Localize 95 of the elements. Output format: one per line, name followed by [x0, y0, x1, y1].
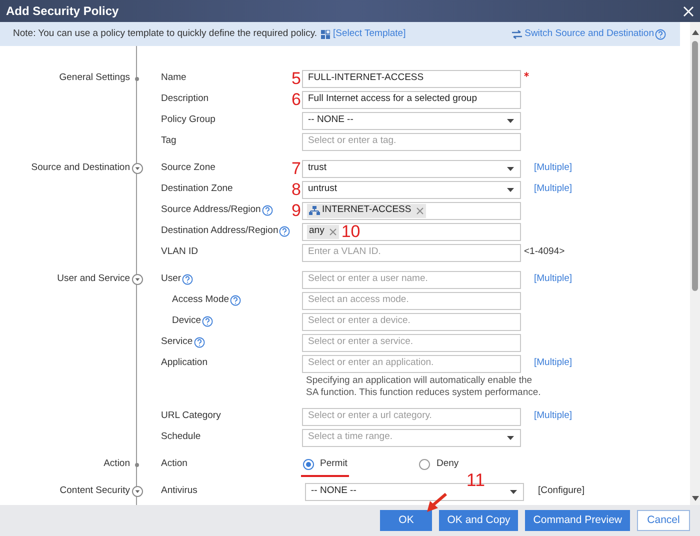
- radio-button[interactable]: [303, 459, 314, 470]
- field-label: Source Address/Region: [161, 203, 261, 218]
- help-icon[interactable]: [194, 337, 205, 348]
- dialog-button[interactable]: Command Preview: [525, 510, 630, 531]
- configure-link[interactable]: [Configure]: [538, 484, 584, 499]
- swap-icon: [512, 30, 522, 38]
- field-label: Destination Address/Region: [161, 224, 278, 238]
- select-field[interactable]: Select a time range.: [302, 428, 521, 446]
- select-field[interactable]: -- NONE --: [302, 112, 521, 130]
- input-field[interactable]: Select an access mode.: [302, 292, 521, 310]
- close-icon[interactable]: [683, 6, 694, 16]
- range-hint: <1-4094>: [524, 245, 565, 260]
- help-icon[interactable]: [262, 205, 273, 216]
- field-label: VLAN ID: [161, 245, 198, 260]
- multiple-link[interactable]: [Multiple]: [534, 409, 572, 424]
- field-label: Antivirus: [161, 484, 198, 498]
- input-field[interactable]: Select or enter a url category.: [302, 408, 521, 426]
- radio-option[interactable]: Permit: [301, 452, 350, 477]
- collapse-icon[interactable]: [132, 274, 142, 285]
- select-field[interactable]: untrust: [302, 180, 521, 198]
- network-icon: [309, 206, 320, 215]
- multiple-link[interactable]: [Multiple]: [534, 272, 572, 287]
- field-label: Device: [172, 314, 202, 328]
- collapse-icon[interactable]: [132, 486, 142, 497]
- input-field[interactable]: Full Internet access for a selected group: [302, 90, 521, 108]
- field-label: URL Category: [161, 409, 221, 424]
- input-field[interactable]: Select or enter an application.: [302, 354, 521, 372]
- dropdown-caret-icon: [509, 488, 518, 494]
- multiple-link[interactable]: [Multiple]: [534, 161, 572, 176]
- dialog-button[interactable]: OK: [380, 510, 432, 531]
- input-field[interactable]: Select or enter a service.: [302, 334, 521, 352]
- remove-icon[interactable]: [329, 228, 338, 236]
- dropdown-caret-icon: [506, 434, 515, 440]
- dropdown-caret-icon: [506, 118, 515, 124]
- section-label: Content Security: [60, 484, 130, 498]
- template-icon: [321, 30, 330, 38]
- scrollbar-thumb[interactable]: [692, 41, 698, 291]
- hint-text: Specifying an application will automatically enable the SA function. This function reduces system performance.: [306, 374, 542, 399]
- scrollbar[interactable]: [690, 22, 700, 505]
- chip-label: INTERNET-ACCESS: [322, 203, 412, 218]
- switch-link[interactable]: Switch Source and Destination: [524, 26, 654, 42]
- field-label: Policy Group: [161, 113, 216, 128]
- chip-label: any: [309, 224, 324, 238]
- field-label: Schedule: [161, 430, 201, 444]
- annotation-number: 8: [292, 181, 301, 198]
- collapse-icon[interactable]: [132, 163, 142, 174]
- help-icon[interactable]: [182, 274, 194, 285]
- remove-icon[interactable]: [416, 206, 424, 214]
- multiple-link[interactable]: [Multiple]: [534, 356, 572, 371]
- input-field[interactable]: INTERNET-ACCESS: [302, 202, 521, 220]
- input-field[interactable]: Select or enter a device.: [302, 312, 521, 330]
- radio-button[interactable]: [419, 459, 430, 470]
- input-field[interactable]: Enter a VLAN ID.: [302, 244, 521, 262]
- dialog-button[interactable]: Cancel: [637, 510, 690, 531]
- tag-chip[interactable]: INTERNET-ACCESS: [307, 204, 426, 218]
- scroll-down-icon[interactable]: [692, 496, 698, 501]
- annotation-number: 5: [292, 70, 301, 87]
- help-icon[interactable]: [202, 316, 214, 327]
- dialog-button[interactable]: OK and Copy: [439, 510, 518, 531]
- arrow-annotation-icon: [426, 493, 448, 513]
- section-label: General Settings: [59, 71, 130, 86]
- dropdown-caret-icon: [506, 166, 515, 172]
- select-field[interactable]: trust: [302, 160, 521, 178]
- help-icon[interactable]: [230, 295, 242, 306]
- section-label: User and Service: [57, 272, 130, 286]
- annotation-number: 6: [292, 91, 301, 108]
- tag-chip[interactable]: any: [307, 224, 340, 238]
- window-title: Add Security Policy: [6, 3, 119, 20]
- annotation-number: 10: [341, 224, 360, 239]
- field-label: Name: [161, 71, 186, 86]
- field-label: Tag: [161, 134, 176, 148]
- field-label: Destination Zone: [161, 182, 233, 196]
- section-label: Action: [104, 457, 130, 472]
- input-field[interactable]: Select or enter a tag.: [302, 132, 521, 150]
- scroll-up-icon[interactable]: [692, 30, 698, 35]
- radio-option[interactable]: Deny: [417, 452, 461, 477]
- input-field[interactable]: Select or enter a user name.: [302, 270, 521, 288]
- field-label: Service: [161, 335, 193, 350]
- field-label: User: [161, 272, 182, 286]
- annotation-number: 9: [292, 202, 301, 219]
- field-label: Application: [161, 356, 208, 370]
- field-label: Description: [161, 92, 209, 106]
- dropdown-caret-icon: [506, 186, 515, 192]
- select-template-link[interactable]: [Select Template]: [333, 26, 406, 42]
- help-icon[interactable]: [279, 226, 290, 237]
- annotation-number: 7: [292, 160, 301, 177]
- input-field[interactable]: any 10: [302, 222, 521, 240]
- help-icon[interactable]: [655, 28, 666, 40]
- field-label: Access Mode: [172, 293, 230, 308]
- section-label: Source and Destination: [31, 161, 130, 176]
- field-label: Action: [161, 457, 188, 472]
- multiple-link[interactable]: [Multiple]: [534, 182, 572, 197]
- note-text: Note: You can use a policy template to quickly define the required policy.: [13, 26, 318, 41]
- field-label: Source Zone: [161, 161, 216, 176]
- input-field[interactable]: FULL-INTERNET-ACCESS: [302, 70, 521, 88]
